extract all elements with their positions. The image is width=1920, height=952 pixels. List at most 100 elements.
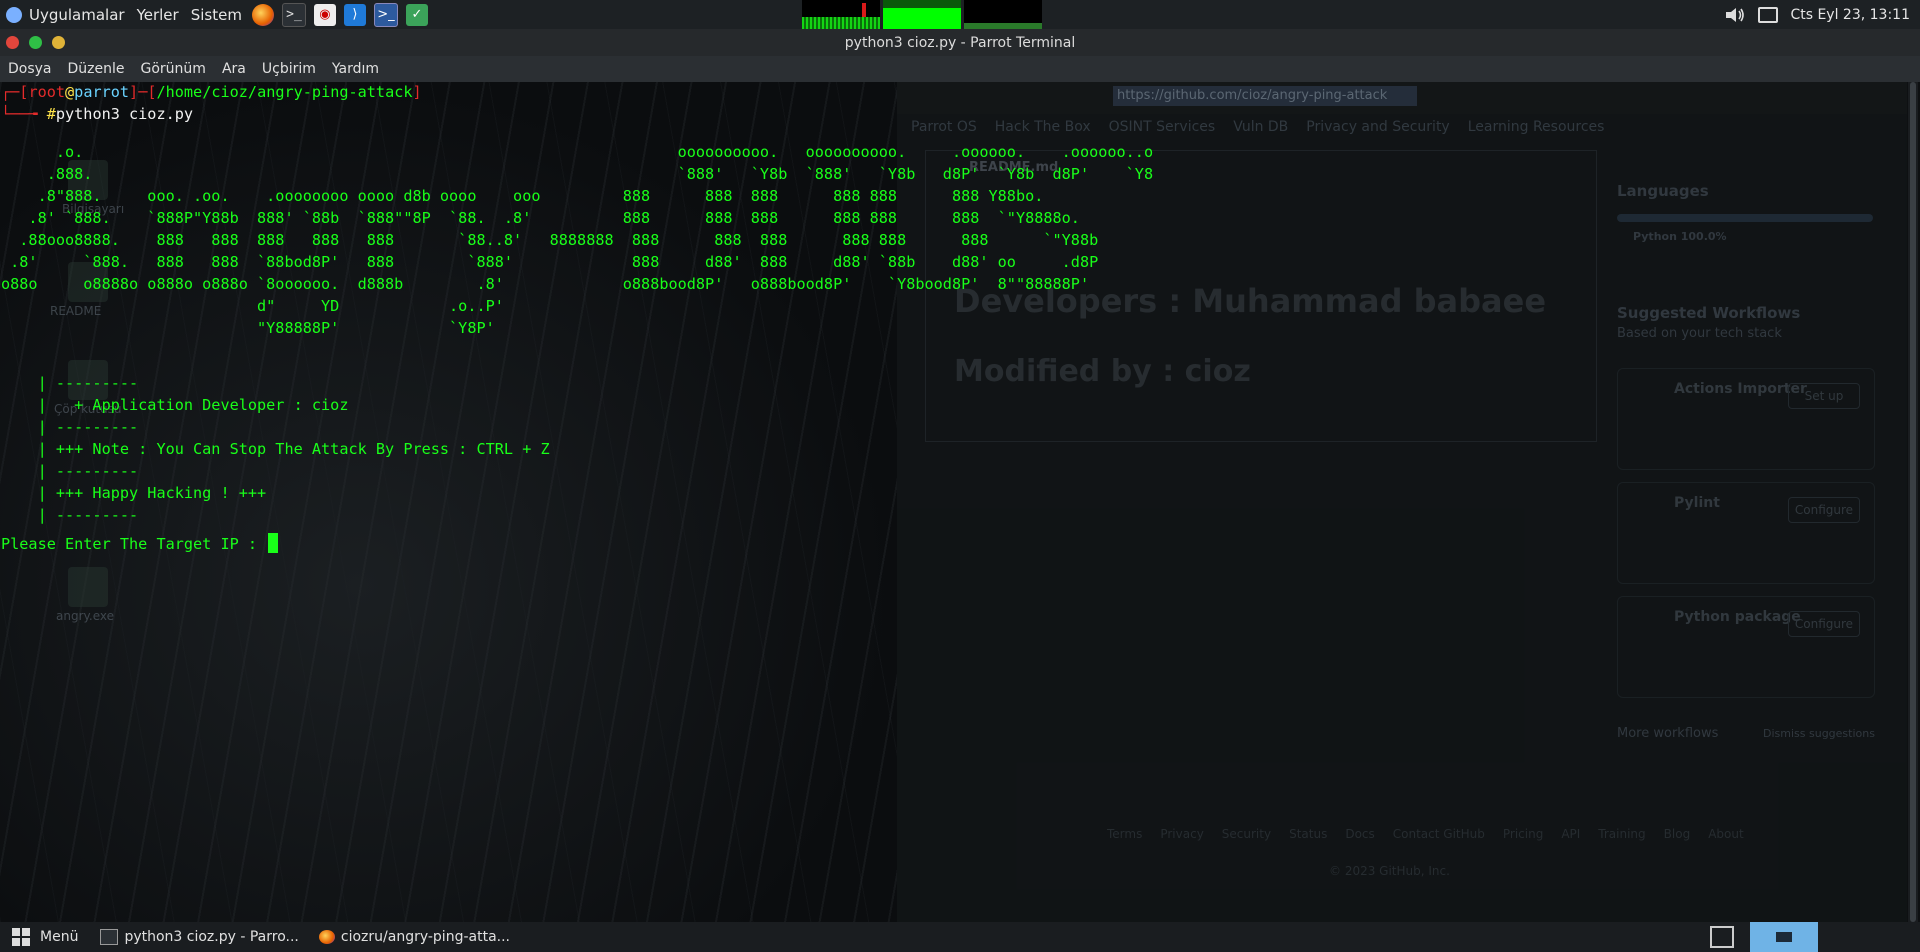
prompt-user: root (28, 83, 66, 101)
bookmarks-bar: Parrot OS Hack The Box OSINT Services Vu… (911, 119, 1604, 135)
workflow-card: Python package Configure (1617, 596, 1875, 698)
workflow-name: Pylint (1674, 495, 1720, 511)
bookmark-item: OSINT Services (1108, 119, 1216, 135)
language-bar (1617, 214, 1873, 222)
applications-menu[interactable]: Uygulamalar (0, 0, 131, 29)
ascii-banner: .o. oooooooooo. oooooooooo. .oooooo. .oo… (1, 143, 1154, 337)
workflow-button: Configure (1788, 611, 1860, 637)
footer-link: Training (1598, 827, 1646, 841)
top-panel: Uygulamalar Yerler Sistem >_ ◉ ⟩ >_ ✓ Ct… (0, 0, 1920, 29)
window-title: python3 cioz.py - Parrot Terminal (844, 34, 1076, 51)
menu-edit[interactable]: Düzenle (60, 61, 133, 77)
maximize-button[interactable] (52, 36, 65, 49)
footer-link: Privacy (1160, 827, 1204, 841)
firefox-icon[interactable] (251, 3, 274, 26)
workflow-name: Actions Importer (1674, 381, 1807, 397)
bookmark-item: Parrot OS (911, 119, 977, 135)
more-workflows-link: More workflows (1617, 726, 1719, 741)
scrollbar-thumb[interactable] (1910, 82, 1916, 922)
text-cursor[interactable] (268, 533, 279, 553)
workflow-button: Set up (1788, 383, 1860, 409)
menu-grid-icon (12, 928, 30, 946)
applications-label: Uygulamalar (29, 5, 125, 24)
powershell-icon[interactable]: >_ (373, 2, 398, 27)
places-menu[interactable]: Yerler (131, 0, 185, 29)
task-label: ciozru/angry-ping-atta... (340, 929, 510, 945)
system-tray: Cts Eyl 23, 13:11 (1724, 0, 1910, 29)
footer-link: Security (1221, 827, 1272, 841)
footer-link: Blog (1663, 827, 1691, 841)
workflows-title: Suggested Workflows (1617, 304, 1801, 322)
menu-help[interactable]: Yardım (324, 61, 387, 77)
workflows-subtitle: Based on your tech stack (1617, 326, 1782, 341)
system-label: Sistem (190, 5, 242, 24)
bookmark-item: Hack The Box (994, 119, 1091, 135)
minimize-button[interactable] (29, 36, 42, 49)
places-label: Yerler (136, 5, 179, 24)
browser-toolbar: https://github.com/cioz/angry-ping-attac… (897, 82, 1907, 114)
workflow-button: Configure (1788, 497, 1860, 523)
workflow-card: Actions Importer Set up (1617, 368, 1875, 470)
typed-command: python3 cioz.py (55, 105, 194, 123)
menu-view[interactable]: Görünüm (133, 61, 214, 77)
language-label: Python 100.0% (1633, 230, 1727, 243)
prompt-path: /home/cioz/angry-ping-attack (156, 83, 413, 101)
terminal-icon[interactable]: >_ (281, 2, 306, 27)
parrot-logo-icon (6, 6, 22, 23)
menu-search[interactable]: Ara (214, 61, 254, 77)
system-menu[interactable]: Sistem (185, 0, 248, 29)
display-icon[interactable] (1758, 6, 1779, 23)
terminal-area[interactable]: Bilgisayarı README Çöp kutusu angry.exe … (0, 82, 1920, 922)
window-titlebar[interactable]: python3 cioz.py - Parrot Terminal (0, 29, 1920, 56)
pdf-viewer-icon[interactable]: ◉ (313, 3, 336, 26)
shell-prompt: ┌─[root@parrot]─[/home/cioz/angry-ping-a… (1, 83, 422, 123)
dismiss-suggestions-link: Dismiss suggestions (1763, 727, 1875, 740)
show-desktop-icon[interactable] (1710, 926, 1734, 948)
ip-input-line[interactable]: Please Enter The Target IP : (1, 533, 279, 555)
bottom-taskbar: Menü python3 cioz.py - Parro... ciozru/a… (0, 922, 1920, 952)
task-label: python3 cioz.py - Parro... (124, 929, 299, 945)
close-button[interactable] (6, 36, 19, 49)
footer-link: Pricing (1502, 827, 1544, 841)
footer-link: Docs (1345, 827, 1375, 841)
memory-graph (883, 0, 961, 29)
input-prompt-text: Please Enter The Target IP : (1, 535, 267, 553)
readme-subheading: Modified by : cioz (954, 354, 1251, 389)
menubar: Dosya Düzenle Görünüm Ara Uçbirim Yardım (0, 56, 1920, 82)
footer-link: API (1561, 827, 1581, 841)
workspace-switcher (1710, 922, 1920, 952)
workspace-1[interactable] (1750, 922, 1818, 952)
footer-link: Contact GitHub (1392, 827, 1485, 841)
menu-terminal[interactable]: Uçbirim (254, 61, 324, 77)
exe-desktop-icon (68, 567, 108, 607)
terminal-scrollbar[interactable] (1908, 82, 1918, 922)
network-graph (964, 0, 1042, 29)
info-block: | --------- | + Application Developer : … (37, 374, 550, 524)
copyright: © 2023 GitHub, Inc. (1329, 864, 1450, 878)
workflow-name: Python package (1674, 609, 1801, 625)
workflow-card: Pylint Configure (1617, 482, 1875, 584)
bookmark-item: Learning Resources (1467, 119, 1605, 135)
taskbar-item-terminal[interactable]: python3 cioz.py - Parro... (90, 922, 308, 952)
languages-title: Languages (1617, 182, 1709, 200)
footer-link: Terms (1107, 827, 1143, 841)
prompt-host: parrot (74, 83, 130, 101)
cpu-graph (802, 0, 880, 29)
firefox-icon (318, 930, 335, 944)
desktop-label: angry.exe (56, 609, 115, 623)
file-manager-icon[interactable]: ✓ (405, 3, 428, 26)
browser-footer: Terms Privacy Security Status Docs Conta… (1107, 827, 1744, 841)
terminal-icon (100, 929, 119, 945)
menu-file[interactable]: Dosya (0, 61, 60, 77)
footer-link: About (1708, 827, 1744, 841)
url-field: https://github.com/cioz/angry-ping-attac… (1113, 86, 1417, 106)
clock[interactable]: Cts Eyl 23, 13:11 (1790, 7, 1910, 23)
bookmark-item: Privacy and Security (1306, 119, 1450, 135)
vscode-icon[interactable]: ⟩ (343, 3, 366, 26)
system-monitor (802, 0, 1042, 29)
footer-link: Status (1289, 827, 1328, 841)
prompt-at: @ (65, 83, 75, 101)
volume-icon[interactable] (1724, 6, 1746, 24)
start-menu-button[interactable]: Menü (0, 928, 90, 946)
taskbar-item-firefox[interactable]: ciozru/angry-ping-atta... (309, 922, 520, 952)
